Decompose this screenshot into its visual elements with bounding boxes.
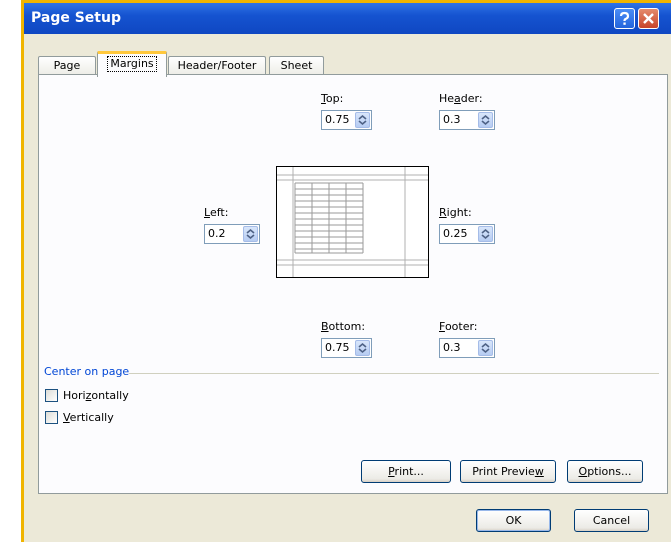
- spin-buttons[interactable]: [243, 226, 258, 242]
- bottom-margin-spinner[interactable]: 0.75: [321, 338, 372, 358]
- bottom-margin-value: 0.75: [325, 341, 350, 354]
- footer-margin-value: 0.3: [443, 341, 461, 354]
- bottom-label: Bottom:: [321, 320, 366, 333]
- tab-header-footer[interactable]: Header/Footer: [168, 56, 266, 76]
- spin-arrows-icon: [358, 114, 367, 126]
- right-label: Right:: [439, 206, 472, 219]
- spin-buttons[interactable]: [478, 340, 493, 356]
- close-icon: [643, 13, 654, 24]
- spin-arrows-icon: [481, 228, 490, 240]
- spin-buttons[interactable]: [355, 112, 370, 128]
- spin-arrows-icon: [246, 228, 255, 240]
- horizontally-checkbox[interactable]: [45, 389, 58, 402]
- spin-buttons[interactable]: [478, 112, 493, 128]
- right-margin-spinner[interactable]: 0.25: [439, 224, 495, 244]
- tab-label: Margins: [107, 56, 157, 72]
- spin-arrows-icon: [481, 342, 490, 354]
- page-setup-dialog: Page Setup Page Margins Header/Footer Sh…: [21, 0, 671, 542]
- top-margin-spinner[interactable]: 0.75: [321, 110, 372, 130]
- dialog-title: Page Setup: [31, 10, 121, 26]
- left-label: Left:: [204, 206, 229, 219]
- header-label: Header:: [439, 92, 483, 105]
- close-button[interactable]: [638, 8, 659, 29]
- center-on-page-title: Center on page: [44, 365, 130, 378]
- options-button[interactable]: Options...: [567, 460, 643, 483]
- tab-margins[interactable]: Margins: [97, 51, 167, 77]
- top-label: Top:: [321, 92, 344, 105]
- footer-label: Footer:: [439, 320, 478, 333]
- page-preview: [276, 166, 429, 278]
- tab-label: Sheet: [280, 59, 313, 72]
- top-margin-value: 0.75: [325, 113, 350, 126]
- tab-page[interactable]: Page: [38, 56, 96, 76]
- footer-margin-spinner[interactable]: 0.3: [439, 338, 495, 358]
- spin-buttons[interactable]: [355, 340, 370, 356]
- right-margin-value: 0.25: [443, 227, 468, 240]
- margins-panel: Top: 0.75 Header: 0.3 Left: 0.2 Right: 0…: [38, 74, 668, 494]
- spin-buttons[interactable]: [478, 226, 493, 242]
- tab-sheet[interactable]: Sheet: [269, 56, 324, 76]
- horizontally-label: Horizontally: [63, 389, 129, 402]
- ok-button[interactable]: OK: [476, 509, 551, 532]
- header-margin-spinner[interactable]: 0.3: [439, 110, 495, 130]
- left-margin-spinner[interactable]: 0.2: [204, 224, 260, 244]
- spin-arrows-icon: [358, 342, 367, 354]
- print-preview-button[interactable]: Print Preview: [460, 460, 556, 483]
- header-margin-value: 0.3: [443, 113, 461, 126]
- print-button[interactable]: Print...: [361, 460, 451, 483]
- tab-label: Page: [53, 59, 81, 72]
- spin-arrows-icon: [481, 114, 490, 126]
- help-button[interactable]: [614, 8, 635, 29]
- page-preview-graphic: [277, 167, 428, 277]
- tab-label: Header/Footer: [177, 59, 257, 72]
- group-divider: [129, 373, 659, 374]
- left-margin-value: 0.2: [208, 227, 226, 240]
- vertically-label: Vertically: [63, 411, 114, 424]
- question-icon: [619, 11, 630, 25]
- title-bar[interactable]: Page Setup: [24, 3, 671, 34]
- cancel-button[interactable]: Cancel: [574, 509, 649, 532]
- vertically-checkbox[interactable]: [45, 411, 58, 424]
